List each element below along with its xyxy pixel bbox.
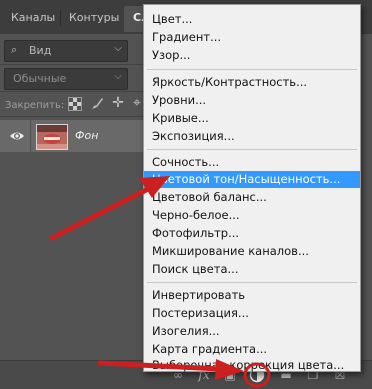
menu-item-threshold[interactable]: Изогелия... — [144, 323, 360, 340]
lock-transparency-icon[interactable] — [68, 97, 82, 111]
menu-item-channel-mixer[interactable]: Микширование каналов... — [144, 243, 360, 260]
lock-label: Закрепить: — [5, 100, 65, 111]
search-icon: ⌕ — [11, 43, 18, 56]
blend-mode-value: Обычные — [13, 72, 67, 85]
menu-item-color-lookup[interactable]: Поиск цвета... — [144, 261, 360, 278]
menu-item-levels[interactable]: Уровни... — [144, 92, 360, 109]
tab-channels[interactable]: Каналы — [2, 6, 60, 32]
menu-item-exposure[interactable]: Экспозиция... — [144, 128, 360, 145]
filter-label: Вид — [29, 44, 52, 57]
divider — [0, 64, 145, 65]
layer-filter-select[interactable]: ⌕ Вид ⌵ — [4, 40, 128, 62]
chevron-down-icon: ⌵ — [114, 43, 122, 54]
menu-item-black-white[interactable]: Черно-белое... — [144, 207, 360, 224]
menu-item-curves[interactable]: Кривые... — [144, 110, 360, 127]
menu-item-selective-color[interactable]: Выборочная коррекция цвета... — [144, 357, 360, 374]
lock-paint-icon[interactable] — [89, 95, 105, 111]
layer-name: Фон — [75, 129, 99, 142]
tab-paths[interactable]: Контуры — [60, 6, 124, 32]
menu-separator — [147, 69, 357, 70]
lock-move-icon[interactable]: ✛ — [110, 95, 126, 111]
lock-artboard-icon[interactable]: ⌖ — [131, 95, 143, 111]
menu-item-invert[interactable]: Инвертировать — [144, 287, 360, 304]
menu-item-photo-filter[interactable]: Фотофильтр... — [144, 225, 360, 242]
menu-item-vibrance[interactable]: Сочность... — [144, 154, 360, 171]
visibility-eye-icon[interactable] — [9, 129, 25, 143]
menu-item-color-balance[interactable]: Цветовой баланс... — [144, 189, 360, 206]
blend-mode-select[interactable]: Обычные ⌵ — [4, 68, 128, 90]
menu-item-gradient-map[interactable]: Карта градиента... — [144, 341, 360, 358]
chevron-down-icon: ⌵ — [114, 71, 122, 82]
layer-row[interactable]: Фон — [0, 120, 145, 152]
divider — [0, 116, 145, 117]
divider — [0, 91, 145, 92]
layer-thumbnail — [36, 124, 68, 150]
menu-item-posterize[interactable]: Постеризация... — [144, 305, 360, 322]
menu-separator — [147, 282, 357, 283]
menu-item-gradient[interactable]: Градиент... — [144, 29, 360, 46]
menu-item-solid-color[interactable]: Цвет... — [144, 11, 360, 28]
divider — [30, 120, 31, 152]
menu-item-brightness-contrast[interactable]: Яркость/Контрастность... — [144, 74, 360, 91]
menu-item-hue-saturation[interactable]: Цветовой тон/Насыщенность... — [144, 171, 360, 188]
menu-item-pattern[interactable]: Узор... — [144, 47, 360, 64]
menu-separator — [147, 149, 357, 150]
adjustment-layer-menu: Цвет... Градиент... Узор... Яркость/Конт… — [143, 4, 361, 372]
